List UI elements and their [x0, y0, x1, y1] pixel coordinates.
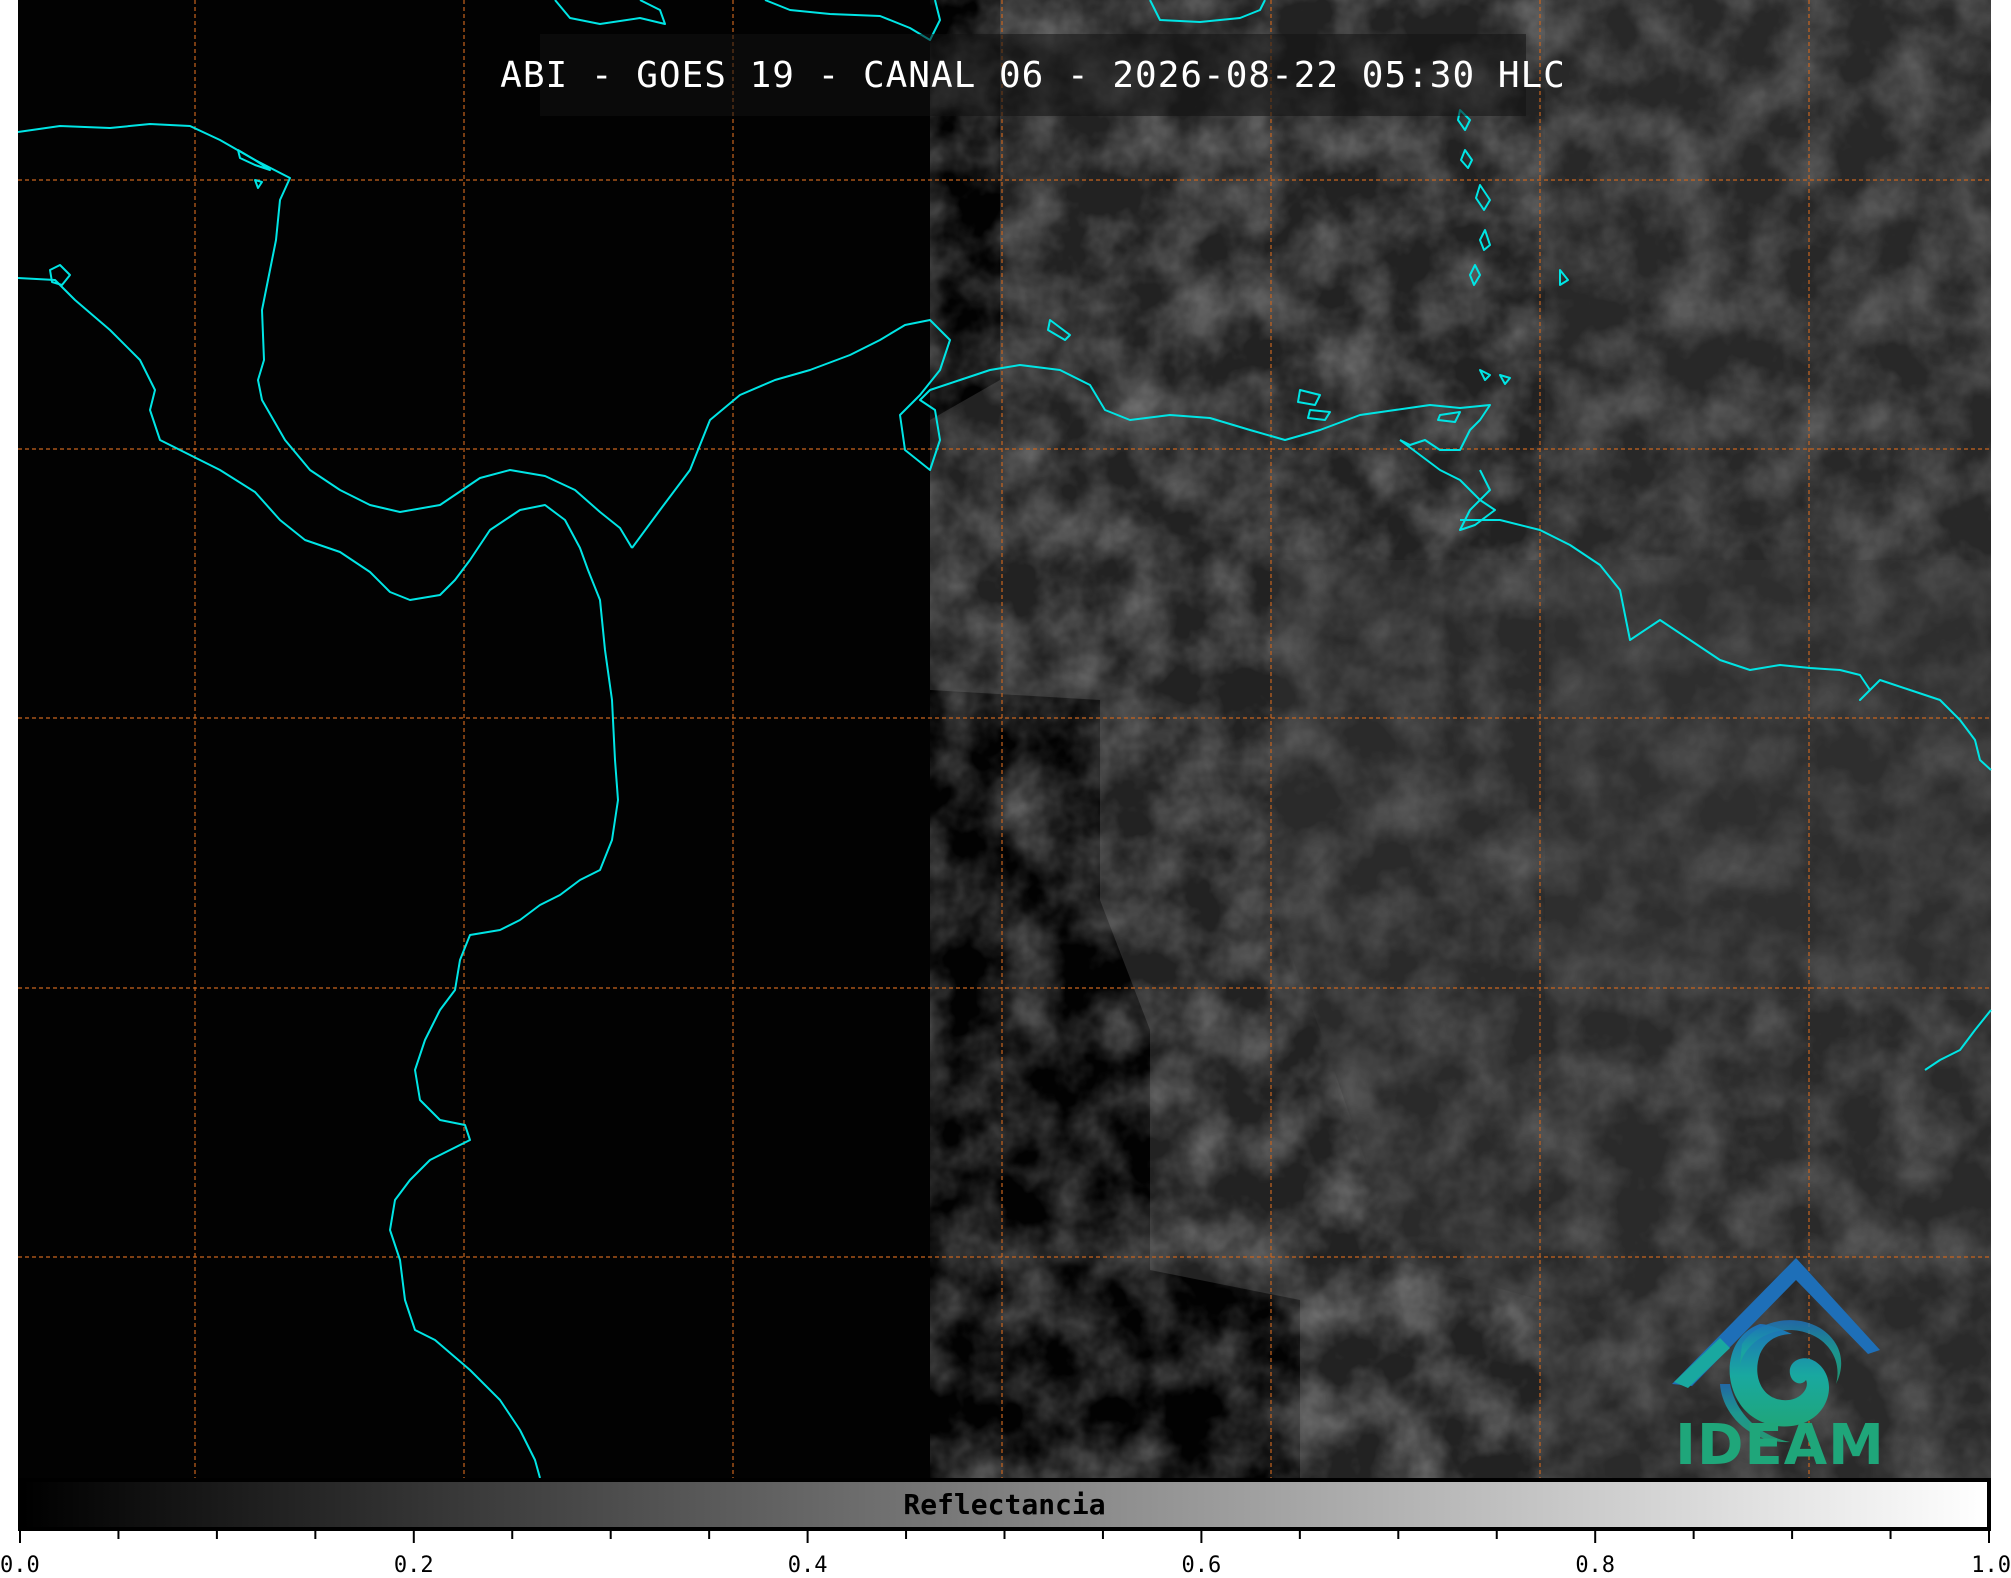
colorbar-tick-label: 0.0 — [0, 1553, 40, 1578]
map-title: ABI - GOES 19 - CANAL 06 - 2026-08-22 05… — [500, 54, 1566, 96]
colorbar-ticks — [19, 1531, 1990, 1543]
colorbar-tick-label: 0.2 — [393, 1553, 434, 1578]
colorbar: Reflectancia — [18, 1478, 1991, 1531]
title-box: ABI - GOES 19 - CANAL 06 - 2026-08-22 05… — [500, 34, 1565, 116]
left-margin — [0, 0, 18, 1577]
colorbar-tick-label: 1.0 — [1971, 1553, 2011, 1578]
colorbar-tick-label: 0.8 — [1575, 1553, 1616, 1578]
ideam-logo-text: IDEAM — [1675, 1413, 1885, 1478]
colorbar-label: Reflectancia — [903, 1488, 1106, 1521]
colorbar-tick-label: 0.6 — [1181, 1553, 1222, 1578]
colorbar-tick-label: 0.4 — [787, 1553, 828, 1578]
